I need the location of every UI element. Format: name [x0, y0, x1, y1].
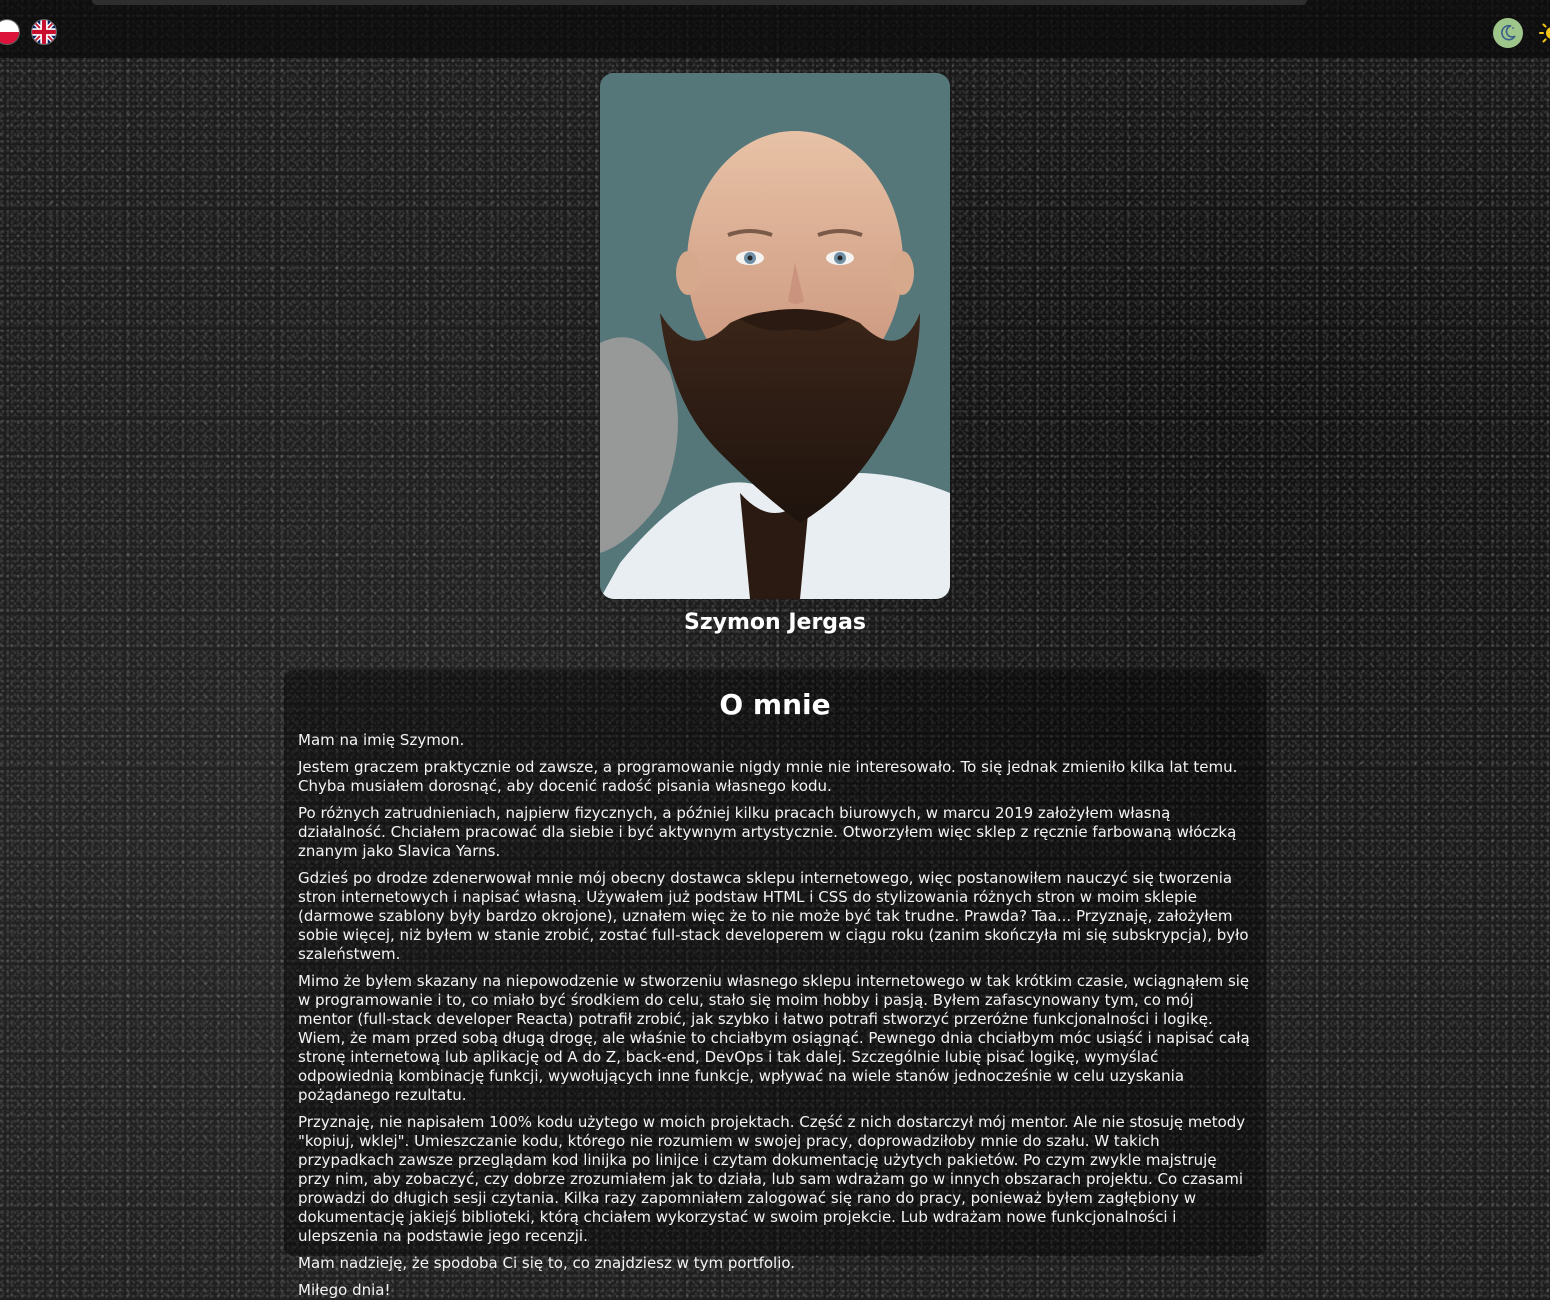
- top-bar: [0, 0, 1550, 58]
- about-title: O mnie: [719, 688, 831, 721]
- about-paragraph: Mimo że byłem skazany na niepowodzenie w…: [298, 972, 1250, 1104]
- moon-icon[interactable]: [1493, 18, 1523, 48]
- about-paragraph: Po różnych zatrudnieniach, najpierw fizy…: [298, 804, 1237, 860]
- about-paragraph: Miłego dnia!: [298, 1281, 391, 1299]
- profile-photo: [600, 73, 950, 599]
- profile-name: Szymon Jergas: [684, 610, 866, 635]
- uk-flag-icon[interactable]: [31, 19, 57, 45]
- about-paragraph: Jestem graczem praktycznie od zawsze, a …: [298, 758, 1238, 795]
- about-paragraph: Mam nadzieję, że spodoba Ci się to, co z…: [298, 1254, 796, 1272]
- about-section: O mnie Mam na imię Szymon. Jestem gracze…: [284, 670, 1266, 1299]
- about-paragraph: Mam na imię Szymon.: [298, 731, 465, 749]
- poland-flag-icon[interactable]: [0, 19, 20, 45]
- window-edge: [92, 0, 1307, 5]
- sun-icon[interactable]: [1537, 18, 1550, 48]
- about-paragraph: Przyznaję, nie napisałem 100% kodu użyte…: [298, 1113, 1246, 1245]
- about-paragraph: Gdzieś po drodze zdenerwował mnie mój ob…: [298, 869, 1249, 963]
